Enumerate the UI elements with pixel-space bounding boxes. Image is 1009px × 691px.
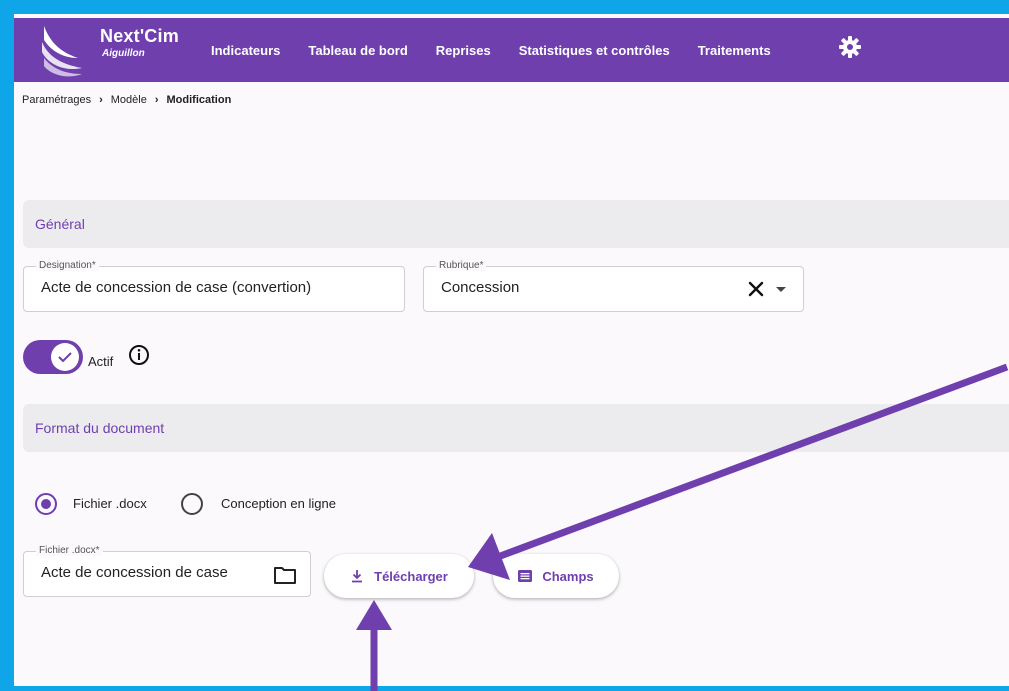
nav-reprises[interactable]: Reprises [436,43,491,58]
breadcrumb: Paramétrages › Modèle › Modification [22,94,231,106]
gear-icon[interactable] [838,35,862,59]
actif-toggle[interactable] [23,340,83,374]
telecharger-label: Télécharger [374,568,448,584]
rubrique-value: Concession [441,279,520,296]
telecharger-button[interactable]: Télécharger [324,554,474,598]
nav-statistiques[interactable]: Statistiques et contrôles [519,43,670,58]
app-name: Next'Cim [100,26,179,46]
app-subtitle: Aiguillon [102,48,145,59]
section-general: Général [23,200,1009,248]
breadcrumb-current: Modification [166,94,232,106]
breadcrumb-parametrages[interactable]: Paramétrages [22,94,91,106]
nav-traitements[interactable]: Traitements [698,43,771,58]
docx-file-label: Fichier .docx* [36,545,103,556]
check-icon [58,352,72,363]
section-format-title: Format du document [35,420,165,436]
top-navigation-bar: Next'Cim Aiguillon Indicateurs Tableau d… [14,18,1009,82]
docx-file-value: Acte de concession de case [41,564,228,581]
app-logo [42,26,82,77]
champs-label: Champs [542,568,594,584]
section-format: Format du document [23,404,1009,452]
radio-fichier-docx[interactable] [35,493,57,515]
chevron-right-icon: › [99,94,103,106]
nav-tableau-de-bord[interactable]: Tableau de bord [308,43,407,58]
champs-button[interactable]: Champs [493,554,619,598]
folder-icon[interactable] [273,565,297,585]
info-icon[interactable] [128,344,150,366]
app-window: Next'Cim Aiguillon Indicateurs Tableau d… [8,14,1009,686]
designation-value: Acte de concession de case (convertion) [41,279,312,296]
docx-file-field[interactable]: Fichier .docx* Acte de concession de cas… [23,545,311,597]
download-icon [352,570,363,583]
toggle-knob [51,343,79,371]
nav-indicateurs[interactable]: Indicateurs [211,43,280,58]
rubrique-label: Rubrique* [436,260,487,271]
brand[interactable]: Next'Cim Aiguillon [100,26,179,59]
radio-conception-en-ligne[interactable] [181,493,203,515]
rubrique-select[interactable]: Rubrique* Concession [423,260,804,312]
designation-field[interactable]: Designation* Acte de concession de case … [23,260,405,312]
section-general-title: Général [35,216,85,232]
designation-label: Designation* [36,260,99,271]
radio-conception-en-ligne-label: Conception en ligne [221,496,336,511]
dropdown-arrow-icon[interactable] [775,286,787,294]
actif-label: Actif [88,354,114,369]
clear-icon[interactable] [748,281,764,297]
radio-fichier-docx-label: Fichier .docx [73,496,147,511]
list-icon [518,570,533,582]
chevron-right-icon: › [154,94,159,106]
main-nav: Indicateurs Tableau de bord Reprises Sta… [211,18,799,82]
breadcrumb-modele[interactable]: Modèle [111,94,147,106]
